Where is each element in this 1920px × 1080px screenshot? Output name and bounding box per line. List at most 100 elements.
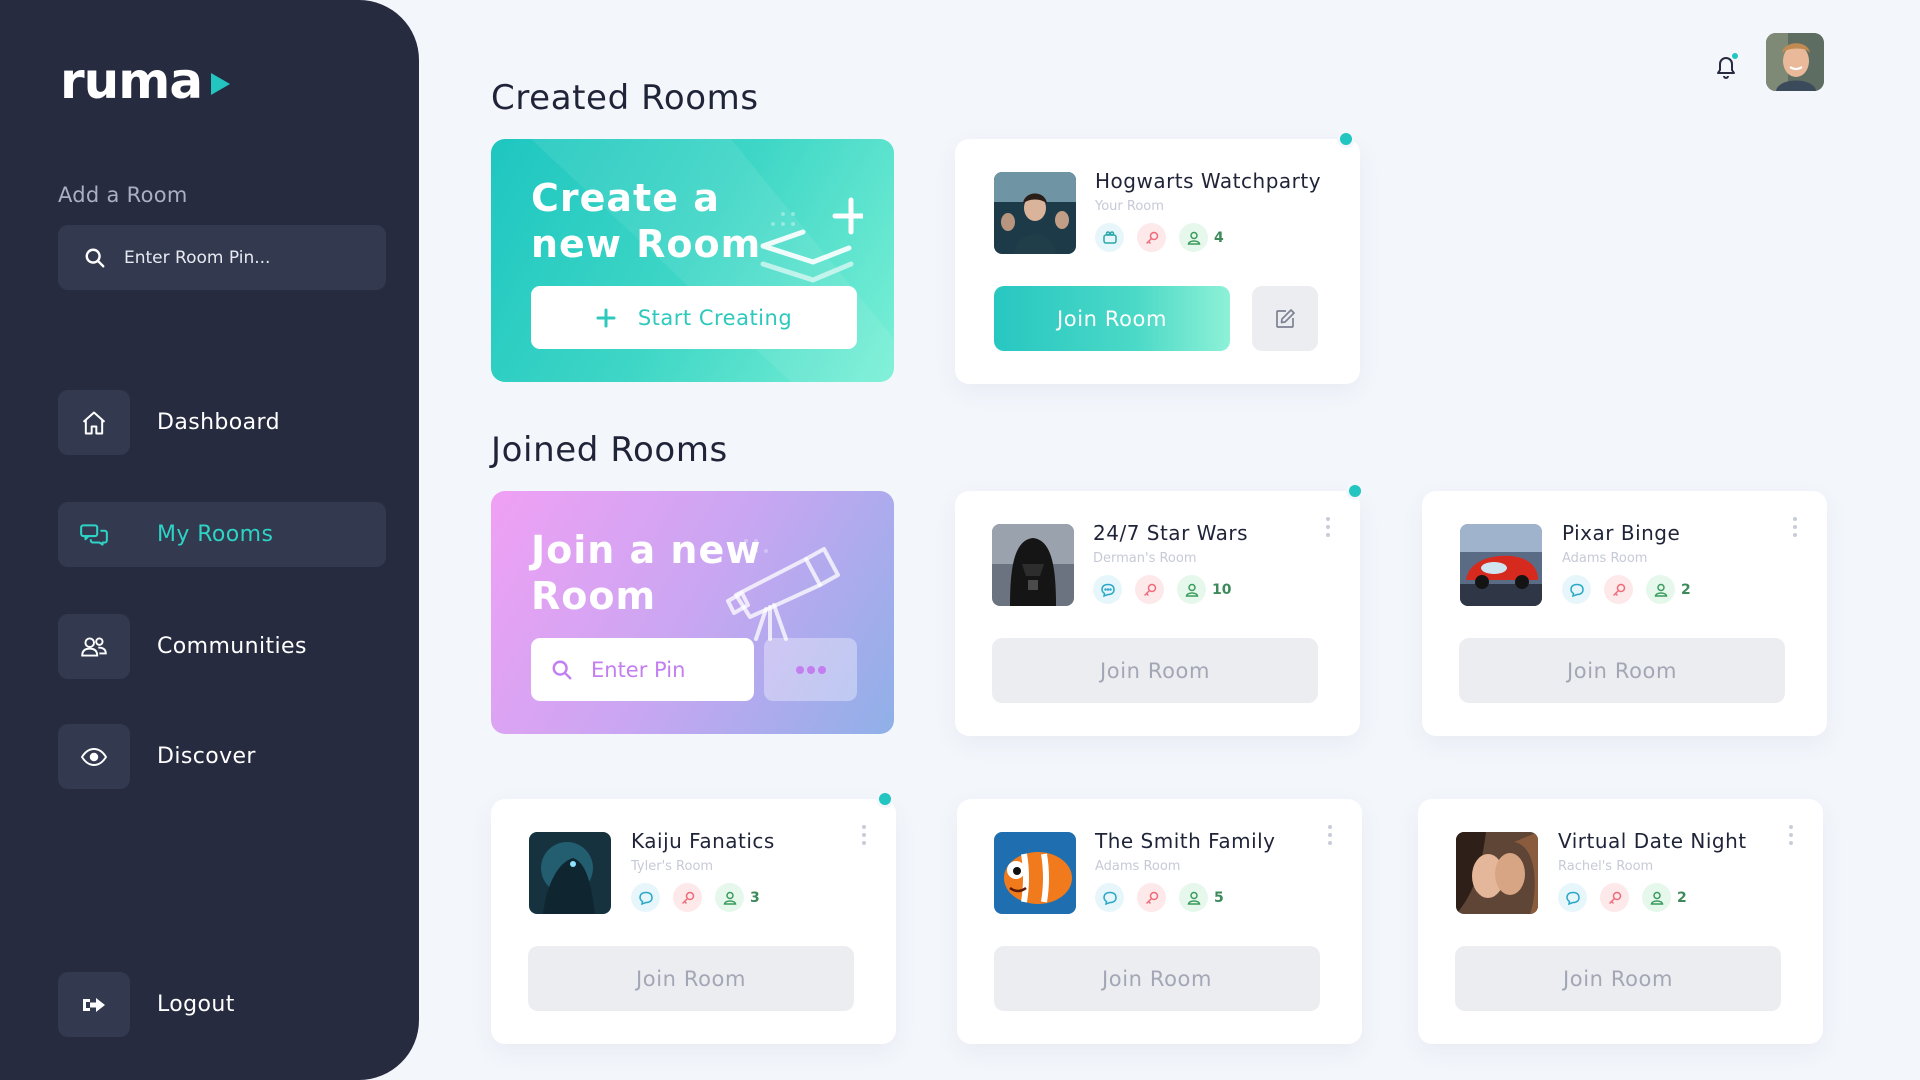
telescope-icon (716, 531, 846, 641)
room-owner: Derman's Room (1093, 551, 1197, 566)
edit-room-button[interactable] (1252, 286, 1318, 351)
search-icon (84, 247, 106, 269)
chat-icon (58, 502, 130, 567)
unread-dot (1337, 130, 1355, 148)
key-icon (1604, 575, 1633, 604)
key-icon (1600, 883, 1629, 912)
room-name: 24/7 Star Wars (1093, 521, 1249, 545)
member-count: 2 (1681, 581, 1691, 598)
join-room-button[interactable]: Join Room (994, 946, 1320, 1011)
start-creating-label: Start Creating (637, 305, 793, 330)
user-icon (1646, 575, 1675, 604)
room-name: Pixar Binge (1562, 521, 1681, 545)
created-rooms-title: Created Rooms (491, 78, 759, 118)
join-room-button[interactable]: Join Room (1459, 638, 1785, 703)
brand-name: ruma (60, 52, 203, 110)
logout-button[interactable]: Logout (58, 972, 235, 1037)
room-owner: Tyler's Room (631, 859, 714, 874)
user-icon (1179, 223, 1208, 252)
room-name: Hogwarts Watchparty (1095, 169, 1322, 193)
room-owner: Your Room (1095, 199, 1164, 214)
start-creating-button[interactable]: Start Creating (531, 286, 857, 349)
room-thumbnail (1456, 832, 1538, 914)
room-name: Kaiju Fanatics (631, 829, 775, 853)
join-room-button[interactable]: Join Room (992, 638, 1318, 703)
watch-icon (1095, 223, 1124, 252)
room-thumbnail (994, 172, 1076, 254)
home-icon (58, 390, 130, 455)
more-dots-icon (795, 665, 827, 675)
more-options-button[interactable] (764, 638, 857, 701)
avatar[interactable] (1766, 33, 1824, 91)
user-icon (1177, 575, 1206, 604)
room-badges: 2 (1558, 883, 1687, 912)
unread-dot (1346, 482, 1364, 500)
layers-plus-icon (753, 194, 863, 289)
room-badges: 2 (1562, 575, 1691, 604)
member-count: 3 (750, 889, 760, 906)
nav-discover[interactable]: Discover (58, 724, 256, 789)
nav-communities-label: Communities (157, 634, 307, 659)
member-count: 10 (1212, 581, 1232, 598)
room-thumbnail (1460, 524, 1542, 606)
users-icon (58, 614, 130, 679)
kebab-menu-icon[interactable] (1326, 517, 1330, 537)
kebab-menu-icon[interactable] (1793, 517, 1797, 537)
create-room-card: Create a new Room Start Creating (491, 139, 894, 382)
room-pin-search (58, 225, 386, 290)
member-count: 4 (1214, 229, 1224, 246)
search-icon (551, 659, 573, 681)
eye-icon (58, 724, 130, 789)
sidebar: ruma Add a Room Dashboard My Rooms Commu… (0, 0, 419, 1080)
chat-icon (1562, 575, 1591, 604)
kebab-menu-icon[interactable] (1789, 825, 1793, 845)
member-count: 2 (1677, 889, 1687, 906)
kebab-menu-icon[interactable] (862, 825, 866, 845)
bell-icon[interactable] (1713, 52, 1741, 82)
room-thumbnail (529, 832, 611, 914)
chat-icon (1095, 883, 1124, 912)
room-name: Virtual Date Night (1558, 829, 1747, 853)
room-pin-input[interactable] (124, 247, 364, 268)
logout-icon (58, 972, 130, 1037)
join-room-button[interactable]: Join Room (1455, 946, 1781, 1011)
room-badges: 10 (1093, 575, 1231, 604)
room-card-star-wars: 24/7 Star Wars Derman's Room 10 Join Roo… (955, 482, 1364, 736)
key-icon (1137, 883, 1166, 912)
nav-my-rooms-label: My Rooms (157, 522, 274, 547)
enter-pin-field (531, 638, 754, 701)
nav-communities[interactable]: Communities (58, 614, 307, 679)
room-card-smith-family: The Smith Family Adams Room 5 Join Room (957, 799, 1362, 1044)
nav-discover-label: Discover (157, 744, 256, 769)
user-icon (1642, 883, 1671, 912)
key-icon (1137, 223, 1166, 252)
nav-my-rooms[interactable]: My Rooms (58, 502, 386, 567)
chat-icon (1093, 575, 1122, 604)
nav-dashboard-label: Dashboard (157, 410, 280, 435)
room-badges: 5 (1095, 883, 1224, 912)
join-room-card: Join a new Room (491, 491, 894, 734)
enter-pin-input[interactable] (591, 657, 741, 682)
join-room-button[interactable]: Join Room (528, 946, 854, 1011)
nav-dashboard[interactable]: Dashboard (58, 390, 280, 455)
kebab-menu-icon[interactable] (1328, 825, 1332, 845)
room-owner: Adams Room (1095, 859, 1181, 874)
unread-dot (876, 790, 894, 808)
room-badges: 4 (1095, 223, 1224, 252)
plus-icon (596, 308, 616, 328)
room-thumbnail (992, 524, 1074, 606)
room-thumbnail (994, 832, 1076, 914)
room-card-pixar-binge: Pixar Binge Adams Room 2 Join Room (1422, 491, 1827, 736)
join-room-button[interactable]: Join Room (994, 286, 1230, 351)
room-card-kaiju-fanatics: Kaiju Fanatics Tyler's Room 3 Join Room (491, 790, 896, 1044)
play-icon (208, 71, 232, 97)
room-card-virtual-date-night: Virtual Date Night Rachel's Room 2 Join … (1418, 799, 1823, 1044)
key-icon (1135, 575, 1164, 604)
user-icon (1179, 883, 1208, 912)
add-room-label: Add a Room (58, 183, 188, 207)
key-icon (673, 883, 702, 912)
room-owner: Adams Room (1562, 551, 1648, 566)
logo[interactable]: ruma (60, 52, 232, 110)
create-room-title: Create a new Room (531, 175, 761, 267)
member-count: 5 (1214, 889, 1224, 906)
